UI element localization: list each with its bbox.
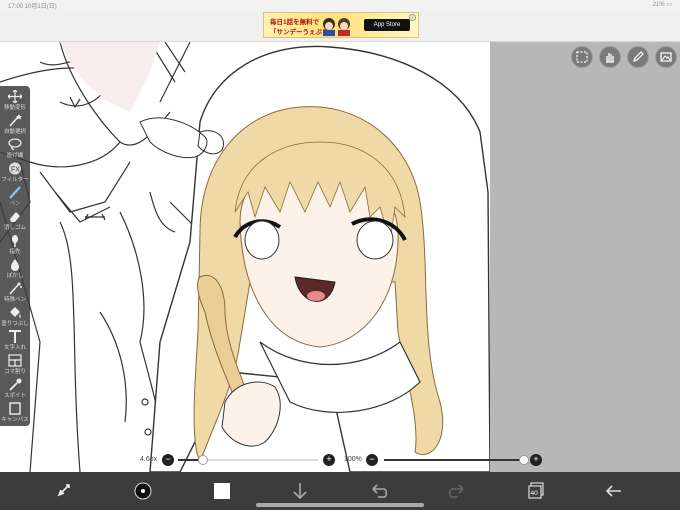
opacity-plus-button[interactable]: + <box>530 454 542 466</box>
selection-icon[interactable] <box>571 46 593 68</box>
tool-label: 投げ縄 <box>6 153 24 159</box>
lasso-icon <box>8 138 22 150</box>
tool-finger[interactable]: 指先 <box>0 232 30 256</box>
tool-label: 特殊ペン <box>3 297 26 303</box>
download-icon <box>293 483 307 500</box>
right-eye <box>356 220 394 260</box>
layer-count: 40 <box>531 490 539 497</box>
pen-icon <box>9 186 21 199</box>
tool-move[interactable]: 移動変形 <box>0 88 30 112</box>
tool-lasso[interactable]: 投げ縄 <box>0 136 30 160</box>
app-store-badge[interactable]: App Store <box>364 19 410 31</box>
magic-wand-icon <box>9 114 22 127</box>
fill-icon <box>10 307 21 318</box>
tool-label: 指先 <box>9 249 21 255</box>
eyedropper-icon <box>9 378 22 391</box>
brush-size-plus-button[interactable]: + <box>323 454 335 466</box>
drawing-canvas[interactable] <box>0 42 490 472</box>
tool-label: スポイト <box>3 393 26 399</box>
brush-sliders: 4.6px − + 100% − + <box>138 453 548 469</box>
tool-label: ぼかし <box>6 273 24 279</box>
tool-label: フィルター <box>1 177 29 183</box>
tool-label: 文字入れ <box>3 345 26 351</box>
girl-tongue <box>307 291 325 301</box>
color-swatch-icon <box>214 483 230 499</box>
opacity-minus-button[interactable]: − <box>366 454 378 466</box>
canvas-icon <box>9 402 21 415</box>
frame-icon <box>8 354 22 367</box>
redo-icon <box>448 484 464 498</box>
artwork <box>0 42 490 472</box>
tool-label: 塗りつぶし <box>1 321 29 327</box>
tool-magic-wand[interactable]: 自動選択 <box>0 112 30 136</box>
filter-icon: FX <box>9 162 21 175</box>
opacity-knob[interactable] <box>519 455 529 465</box>
tool-frame[interactable]: コマ割り <box>0 352 30 376</box>
ad-info-icon[interactable]: i <box>409 14 416 21</box>
brush-size-value: 4.6px <box>140 456 158 463</box>
tool-canvas[interactable]: キャンバス <box>0 400 30 424</box>
color-swatch-button[interactable] <box>209 478 235 504</box>
status-bar: 17:00 10月1日(日) 21% ▭ <box>0 0 680 10</box>
move-icon <box>8 90 22 103</box>
tool-label: 消しゴム <box>3 225 26 231</box>
tool-filter[interactable]: FX フィルター <box>0 160 30 184</box>
opacity-value: 100% <box>344 456 362 463</box>
opacity-fill <box>384 459 524 461</box>
brush-color-button[interactable] <box>130 478 156 504</box>
pen-edit-icon[interactable] <box>627 46 649 68</box>
brush-size-slider[interactable] <box>178 455 318 465</box>
tool-text[interactable]: 文字入れ <box>0 328 30 352</box>
download-button[interactable] <box>287 478 313 504</box>
layers-button[interactable]: 40 <box>523 478 549 504</box>
workspace-background <box>490 42 680 472</box>
ad-banner[interactable]: 毎日1話を無料で 「サンデーうぇぶり」 App Store i <box>263 12 419 38</box>
girl-hand <box>221 381 281 447</box>
ad-characters-image <box>323 18 350 36</box>
status-battery: 21% ▭ <box>652 2 672 8</box>
redo-button[interactable] <box>444 478 470 504</box>
hand-icon[interactable] <box>599 46 621 68</box>
back-button[interactable] <box>601 478 627 504</box>
transform-button[interactable] <box>52 478 78 504</box>
undo-icon <box>372 484 388 498</box>
tool-pen[interactable]: ペン <box>0 184 30 208</box>
left-eye <box>244 220 280 260</box>
boy-face-shade <box>60 42 160 112</box>
brush-size-knob[interactable] <box>198 455 208 465</box>
image-icon[interactable] <box>655 46 677 68</box>
tool-fill[interactable]: 塗りつぶし <box>0 304 30 328</box>
transform-icon <box>57 484 70 497</box>
tool-label: 移動変形 <box>3 105 26 111</box>
tool-blur[interactable]: ぼかし <box>0 256 30 280</box>
tool-eraser[interactable]: 消しゴム <box>0 208 30 232</box>
layers-icon: 40 <box>528 482 544 499</box>
text-icon <box>9 330 21 343</box>
home-indicator[interactable] <box>256 503 424 507</box>
tool-label: 自動選択 <box>3 129 26 135</box>
special-pen-icon <box>9 282 22 295</box>
finger-icon <box>12 235 18 247</box>
blur-icon <box>11 259 19 271</box>
svg-text:FX: FX <box>11 167 20 174</box>
tool-label: コマ割り <box>3 369 26 375</box>
status-time: 17:00 10月1日(日) <box>8 4 57 10</box>
tool-sidebar: 移動変形 自動選択 投げ縄 FX フィルター ペン 消しゴム 指先 ぼかし 特殊… <box>0 86 30 426</box>
eraser-icon <box>10 212 20 222</box>
ad-bar: 毎日1話を無料で 「サンデーうぇぶり」 App Store i <box>0 10 680 42</box>
brush-color-icon <box>134 482 152 500</box>
tool-eyedropper[interactable]: スポイト <box>0 376 30 400</box>
undo-button[interactable] <box>366 478 392 504</box>
ad-line-1: 毎日1話を無料で <box>270 19 320 26</box>
brush-size-minus-button[interactable]: − <box>162 454 174 466</box>
tool-label: キャンバス <box>1 417 29 423</box>
tool-special-pen[interactable]: 特殊ペン <box>0 280 30 304</box>
back-arrow-icon <box>605 485 621 497</box>
tool-label: ペン <box>9 201 21 207</box>
opacity-slider[interactable] <box>384 455 529 465</box>
